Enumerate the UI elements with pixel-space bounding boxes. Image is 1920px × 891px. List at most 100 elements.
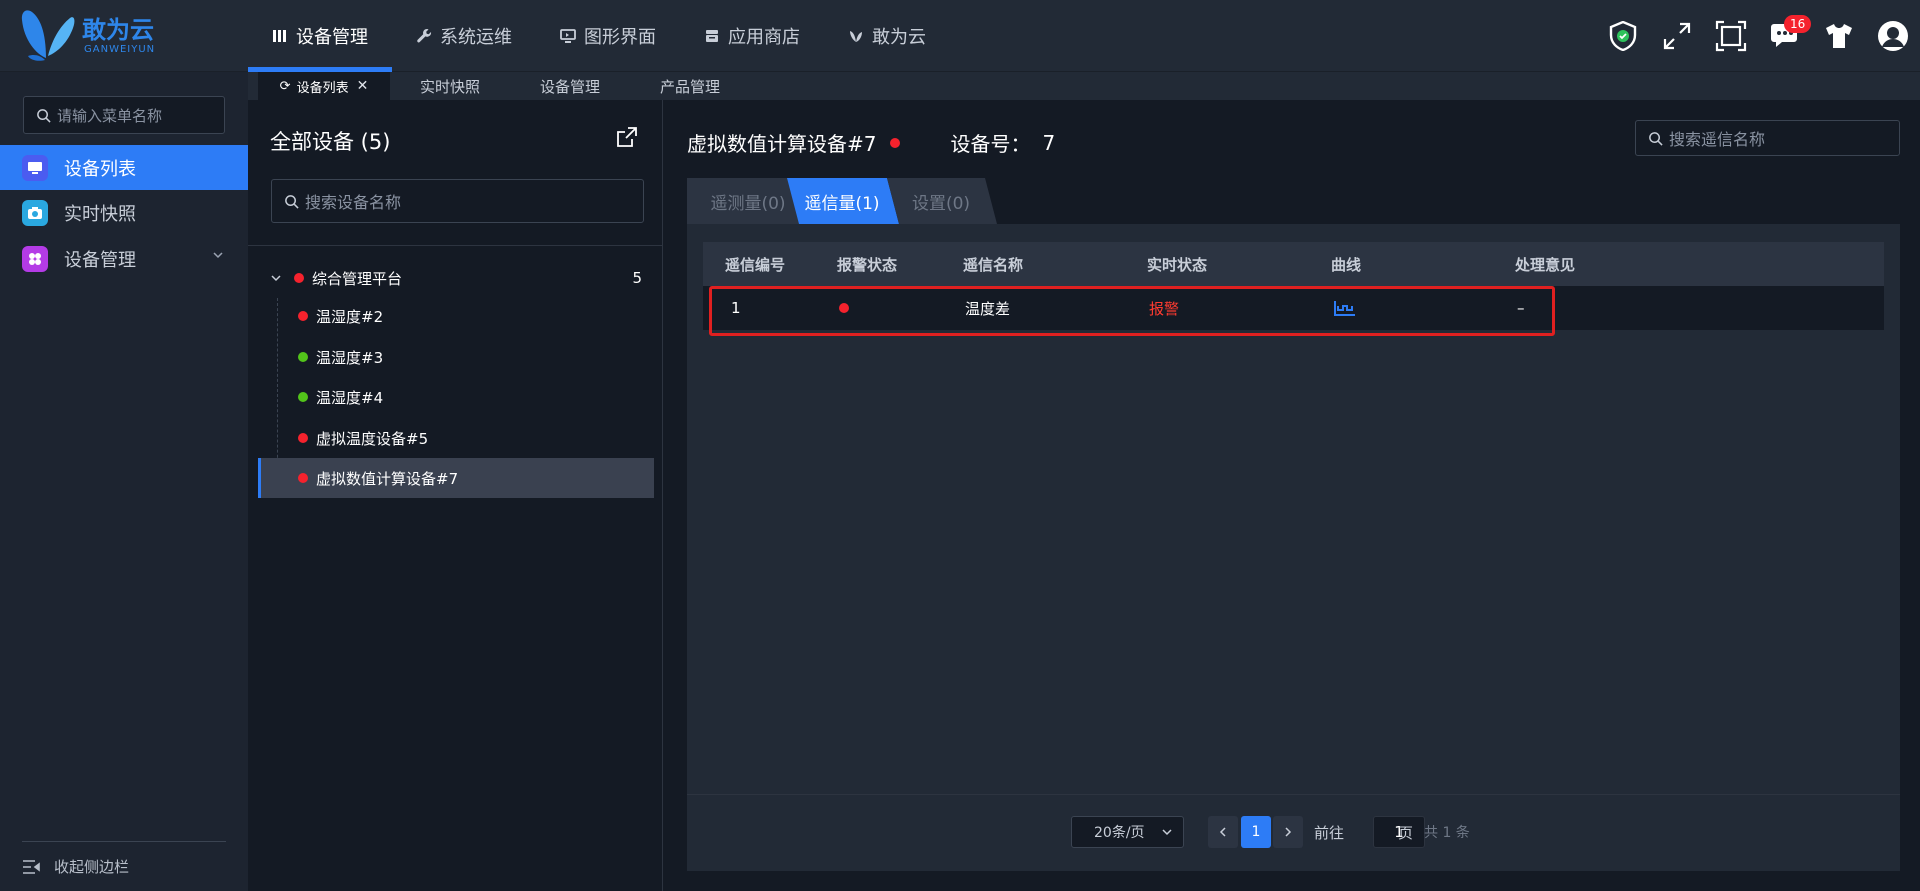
page-size-select[interactable]: 20条/页: [1071, 816, 1184, 848]
columns-icon: [273, 30, 286, 42]
tab-device-list[interactable]: ⟳ 设备列表 ✕: [258, 72, 390, 100]
total-count: 共 1 条: [1424, 825, 1470, 841]
topnav-device-management[interactable]: 设备管理: [248, 0, 392, 72]
tab-settings[interactable]: 设置(0): [885, 178, 997, 224]
normal-status-dot: [298, 392, 308, 402]
alarm-status-dot: [298, 473, 308, 483]
tab-label: 设备管理: [539, 77, 600, 96]
close-icon[interactable]: ✕: [357, 78, 369, 94]
column-header: 处理意见: [1515, 255, 1576, 274]
sidebar-item-label: 设备管理: [64, 249, 136, 271]
search-icon: [285, 194, 299, 209]
normal-status-dot: [298, 352, 308, 362]
expand-button[interactable]: [1650, 0, 1704, 72]
collapse-sidebar-button[interactable]: 收起侧边栏: [22, 841, 226, 891]
logo-text: 敢为云: [82, 16, 154, 44]
butterfly-logo-icon: [21, 10, 75, 61]
page-size-value: 20条/页: [1094, 825, 1145, 841]
column-header: 报警状态: [837, 255, 898, 274]
tree-node[interactable]: 虚拟温度设备#5: [258, 418, 654, 458]
store-icon: [706, 30, 718, 42]
tree-node[interactable]: 温湿度#2: [258, 296, 654, 336]
tab-label: 遥测量(0): [710, 193, 786, 214]
tree-node-label: 虚拟温度设备#5: [316, 429, 429, 448]
sidebar-item-device-management[interactable]: 设备管理: [0, 236, 248, 281]
page-unit-label: 页: [1398, 823, 1414, 842]
column-header: 遥信编号: [725, 255, 786, 274]
sidebar-item-snapshot[interactable]: 实时快照: [0, 190, 248, 235]
tab-label: 实时快照: [419, 77, 480, 96]
alarm-status-dot: [298, 433, 308, 443]
device-name: 虚拟数值计算设备#7: [687, 132, 877, 156]
top-toolbar: 16: [1596, 0, 1920, 72]
table-header: 遥信编号 报警状态 遥信名称 实时状态 曲线 处理意见: [703, 242, 1884, 286]
tab-label: 设置(0): [911, 193, 971, 214]
device-number-label: 设备号：: [950, 132, 1031, 156]
tab-product-management[interactable]: 产品管理: [630, 72, 750, 100]
topnav-system-ops[interactable]: 系统运维: [392, 0, 536, 72]
chevron-right-icon: [1285, 827, 1292, 837]
user-button[interactable]: [1866, 0, 1920, 72]
prev-page-button[interactable]: [1208, 816, 1238, 848]
alarm-status-dot: [298, 311, 308, 321]
topnav-label: 设备管理: [296, 27, 368, 48]
device-search-placeholder: 搜索设备名称: [305, 193, 402, 212]
fullscreen-button[interactable]: [1704, 0, 1758, 72]
security-button[interactable]: [1596, 0, 1650, 72]
tab-snapshot[interactable]: 实时快照: [390, 72, 510, 100]
page-number-button[interactable]: 1: [1241, 816, 1271, 848]
signal-search-input[interactable]: 搜索遥信名称: [1635, 120, 1900, 156]
device-detail-panel: 虚拟数值计算设备#7 设备号： 7 搜索遥信名称 遥测量(0) 遥信量(1) 设…: [663, 100, 1920, 891]
topnav-graphic-ui[interactable]: 图形界面: [536, 0, 680, 72]
tree-node[interactable]: 温湿度#4: [258, 377, 654, 417]
refresh-icon[interactable]: ⟳: [280, 79, 291, 94]
pagination: 20条/页 1 前往 1 页 共 1 条: [687, 816, 1900, 848]
topnav-label: 图形界面: [584, 27, 656, 48]
menu-search-placeholder: 请输入菜单名称: [57, 106, 163, 125]
external-link-icon[interactable]: [616, 126, 638, 148]
device-number-value: 7: [1042, 130, 1056, 155]
tab-label: 遥信量(1): [804, 193, 880, 214]
skin-button[interactable]: [1812, 0, 1866, 72]
next-page-button[interactable]: [1273, 816, 1303, 848]
topnav-ganweiyun[interactable]: 敢为云: [824, 0, 950, 72]
divider: [248, 245, 662, 246]
shield-check-icon: [1609, 21, 1637, 51]
logo[interactable]: 敢为云 GANWEIYUN: [18, 6, 208, 66]
topnav-label: 敢为云: [872, 27, 926, 48]
column-header: 实时状态: [1147, 255, 1208, 274]
sidebar-item-device-list[interactable]: 设备列表: [0, 145, 248, 190]
tab-telesignal[interactable]: 遥信量(1): [785, 178, 899, 224]
grid-icon: [22, 245, 48, 272]
expand-arrows-icon: [1663, 22, 1691, 50]
tree-node-label: 温湿度#3: [316, 348, 384, 367]
device-search-input[interactable]: 搜索设备名称: [271, 179, 644, 223]
tshirt-icon: [1826, 24, 1852, 48]
user-avatar-icon: [1878, 21, 1908, 51]
tab-device-management[interactable]: 设备管理: [510, 72, 630, 100]
column-header: 曲线: [1331, 255, 1362, 274]
messages-button[interactable]: 16: [1758, 0, 1812, 72]
tree-node-selected[interactable]: 虚拟数值计算设备#7: [258, 458, 654, 498]
logo-subtext: GANWEIYUN: [84, 44, 156, 55]
chevron-down-icon: [1162, 829, 1172, 836]
topnav-app-store[interactable]: 应用商店: [680, 0, 824, 72]
tree-root-node[interactable]: 综合管理平台 5: [270, 265, 650, 291]
topnav-label: 系统运维: [440, 27, 512, 48]
tree-root-label: 综合管理平台: [312, 269, 403, 288]
sidebar-item-label: 设备列表: [64, 158, 136, 180]
tree-node[interactable]: 温湿度#3: [258, 337, 654, 377]
menu-search-input[interactable]: 请输入菜单名称: [23, 96, 225, 134]
sidebar-item-label: 实时快照: [64, 203, 136, 225]
fullscreen-frame-icon: [1715, 20, 1747, 52]
message-count-badge: 16: [1784, 15, 1812, 33]
tree-node-label: 温湿度#2: [316, 307, 384, 326]
alarm-status-dot: [890, 137, 901, 148]
tree-node-label: 温湿度#4: [316, 388, 384, 407]
signal-tabs: 遥测量(0) 遥信量(1) 设置(0): [687, 178, 1900, 224]
chevron-down-icon[interactable]: [270, 272, 282, 284]
tab-label: 设备列表: [296, 80, 349, 96]
highlight-box: [709, 286, 1555, 336]
collapse-menu-icon: [23, 859, 40, 874]
divider: [687, 794, 1900, 795]
